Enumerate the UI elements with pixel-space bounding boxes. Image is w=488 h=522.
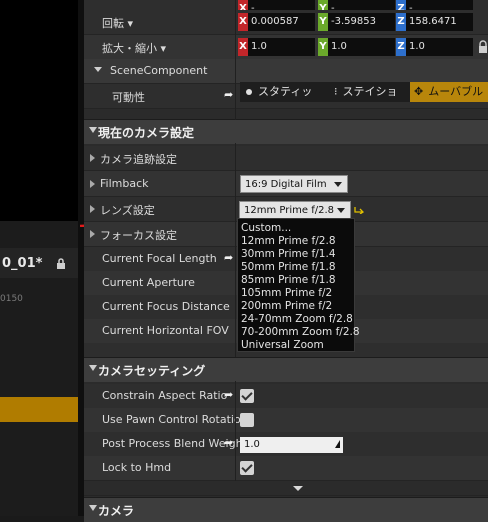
current-camera-section-header[interactable]: 現在のカメラ設定 <box>84 119 488 144</box>
drag-handle-icon[interactable] <box>335 440 340 448</box>
lens-option[interactable]: 12mm Prime f/2.8 <box>241 235 336 247</box>
camera-section-header[interactable]: カメラ <box>84 497 488 522</box>
filmback-label: Filmback <box>100 177 149 190</box>
scale-lock-icon[interactable] <box>478 40 488 54</box>
left-panel-sublabel: 0150 <box>0 294 23 304</box>
filmback-dropdown[interactable]: 16:9 Digital Film <box>240 175 348 193</box>
expand-advanced-icon[interactable] <box>293 486 303 491</box>
focal-length-label: Current Focal Length <box>102 252 217 265</box>
scale-label[interactable]: 拡大・縮小 ▾ <box>102 40 166 56</box>
camera-tracking-label: カメラ追跡設定 <box>100 153 177 166</box>
z-axis-tag: Z <box>396 38 406 56</box>
camera-tracking-row[interactable]: カメラ追跡設定 <box>84 146 488 171</box>
mobility-static-option[interactable]: スタティッ <box>240 82 330 102</box>
mobility-stationary-label: ステイショ <box>342 85 398 98</box>
lens-option[interactable]: Universal Zoom <box>241 339 324 351</box>
lens-option[interactable]: Custom... <box>241 222 291 234</box>
lens-label: レンズ設定 <box>100 204 155 217</box>
lens-value: 12mm Prime f/2.8 <box>244 205 334 216</box>
focus-label: フォーカス設定 <box>100 229 177 242</box>
horizontal-fov-label: Current Horizontal FOV <box>102 324 229 337</box>
level-tab-label: 0_01* <box>2 256 43 271</box>
scale-row: 拡大・縮小 ▾ X 1.0 Y 1.0 Z 1.0 <box>84 35 488 60</box>
advanced-expander-row[interactable] <box>84 481 488 496</box>
scale-y-value[interactable]: 1.0 <box>328 38 395 56</box>
constrain-aspect-row: Constrain Aspect Ratio ➦ <box>84 384 488 409</box>
post-process-input[interactable]: 1.0 <box>240 437 343 453</box>
camera-setting-section-header[interactable]: カメラセッティング <box>84 357 488 382</box>
lens-option[interactable]: 70-200mm Zoom f/2.8 <box>241 326 360 338</box>
lens-option[interactable]: 85mm Prime f/1.8 <box>241 274 336 286</box>
lens-options-popup: Custom... 12mm Prime f/2.8 30mm Prime f/… <box>237 218 360 352</box>
lock-hmd-row: Lock to Hmd <box>84 456 488 481</box>
x-axis-tag: X <box>238 13 248 31</box>
post-process-value: 1.0 <box>244 439 260 450</box>
y-axis-tag: Y <box>318 13 328 31</box>
chevron-down-icon <box>89 127 97 133</box>
column-divider[interactable] <box>235 143 236 357</box>
mobility-movable-label: ムーバブル <box>428 85 484 98</box>
scale-x-value[interactable]: 1.0 <box>248 38 315 56</box>
chevron-down-icon <box>94 67 102 72</box>
chevron-down-icon <box>334 182 342 187</box>
mobility-selector: スタティッ ⁝ ステイショ ✥ ムーバブル <box>240 82 488 102</box>
camera-setting-section-title: カメラセッティング <box>98 364 206 378</box>
lock-hmd-checkbox[interactable] <box>240 461 254 475</box>
lens-option[interactable]: 50mm Prime f/1.8 <box>241 261 336 273</box>
lens-dropdown[interactable]: 12mm Prime f/2.8 <box>239 201 351 219</box>
reset-to-default-icon[interactable]: ➦ <box>224 88 233 101</box>
current-camera-section-title: 現在のカメラ設定 <box>98 126 195 140</box>
reset-to-default-icon[interactable]: ➦ <box>224 436 233 449</box>
x-axis-tag: X <box>238 38 248 56</box>
chevron-right-icon <box>90 154 95 162</box>
lens-option[interactable]: 105mm Prime f/2 <box>241 287 332 299</box>
y-axis-tag: Y <box>318 38 328 56</box>
stationary-icon: ⁝ <box>334 85 338 98</box>
reset-to-default-icon[interactable]: ➦ <box>224 388 233 401</box>
rotation-z-value[interactable]: 158.6471 <box>406 13 473 31</box>
constrain-aspect-checkbox[interactable] <box>240 389 254 403</box>
chevron-right-icon <box>90 205 95 213</box>
column-divider[interactable] <box>235 381 236 481</box>
mobility-label: 可動性 <box>112 91 145 104</box>
lens-option[interactable]: 30mm Prime f/1.4 <box>241 248 336 260</box>
viewport[interactable] <box>0 0 78 221</box>
lens-option[interactable]: 24-70mm Zoom f/2.8 <box>241 313 353 325</box>
selected-outliner-row[interactable] <box>0 397 78 422</box>
chevron-down-icon <box>89 505 97 511</box>
z-axis-tag: Z <box>396 13 406 31</box>
pawn-rotation-row: Use Pawn Control Rotation <box>84 408 488 433</box>
lock-hmd-label: Lock to Hmd <box>102 461 172 474</box>
column-divider[interactable] <box>235 0 236 120</box>
focus-distance-label: Current Focus Distance <box>102 300 230 313</box>
reset-arrow-icon[interactable] <box>354 206 364 214</box>
chevron-down-icon <box>337 208 345 213</box>
lens-option[interactable]: 200mm Prime f/2 <box>241 300 332 312</box>
reset-to-default-icon[interactable]: ➦ <box>224 251 233 264</box>
scene-component-header[interactable]: SceneComponent <box>84 59 488 84</box>
filmback-value: 16:9 Digital Film <box>245 179 327 190</box>
chevron-right-icon <box>90 230 95 238</box>
chevron-down-icon <box>89 365 97 371</box>
camera-section-title: カメラ <box>98 504 135 518</box>
rotation-y-value[interactable]: -3.59853 <box>328 13 395 31</box>
rotation-label[interactable]: 回転 ▾ <box>102 15 133 31</box>
pawn-rotation-label: Use Pawn Control Rotation <box>102 413 248 426</box>
rotation-row: 回転 ▾ X 0.000587 Y -3.59853 Z 158.6471 <box>84 10 488 35</box>
mobility-static-label: スタティッ <box>258 85 313 98</box>
constrain-aspect-label: Constrain Aspect Ratio <box>102 389 228 402</box>
mobility-stationary-option[interactable]: ⁝ ステイショ <box>330 82 412 102</box>
chevron-right-icon <box>90 180 95 188</box>
pawn-rotation-checkbox[interactable] <box>240 413 254 427</box>
scale-z-value[interactable]: 1.0 <box>406 38 473 56</box>
rotation-x-value[interactable]: 0.000587 <box>248 13 315 31</box>
radio-dot-icon <box>246 89 252 95</box>
lock-icon[interactable] <box>55 258 67 270</box>
aperture-label: Current Aperture <box>102 276 195 289</box>
move-arrows-icon: ✥ <box>414 85 424 98</box>
scene-component-label: SceneComponent <box>110 64 208 77</box>
mobility-movable-option[interactable]: ✥ ムーバブル <box>410 82 488 102</box>
